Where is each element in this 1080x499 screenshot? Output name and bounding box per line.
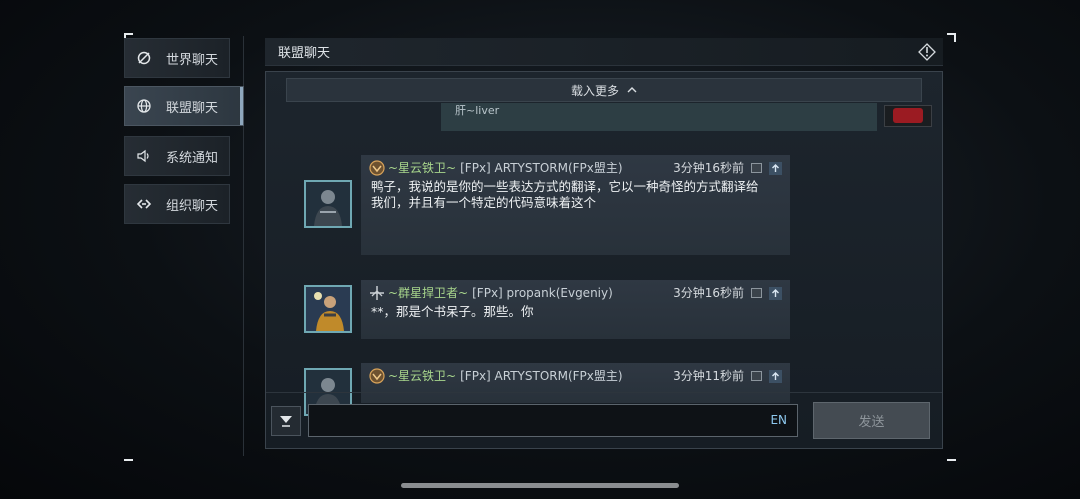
chat-input-row: EN 发送 xyxy=(265,394,943,449)
tab-system-notice[interactable]: 系统通知 xyxy=(124,136,230,176)
globe-icon xyxy=(136,98,152,114)
sender-group: ~星云铁卫~ xyxy=(388,369,457,383)
message-time: 3分钟11秒前 xyxy=(673,369,744,383)
load-more-label: 载入更多 xyxy=(570,83,619,98)
message-text: 鸭子，我说的是你的一些表达方式的翻译，它以一种奇怪的方式翻译给我们，并且有一个特… xyxy=(371,179,759,210)
upvote-icon[interactable] xyxy=(769,287,782,300)
avatar[interactable] xyxy=(304,285,352,333)
tab-label: 系统通知 xyxy=(166,150,219,166)
tab-world-chat[interactable]: 世界聊天 xyxy=(124,38,230,78)
sender-name[interactable]: [FPx] propank(Evgeniy) xyxy=(472,286,613,300)
rank-badge-icon xyxy=(369,367,385,384)
world-chat-icon xyxy=(136,50,152,66)
tab-label: 联盟聊天 xyxy=(166,100,219,116)
emoji-toggle-button[interactable] xyxy=(271,406,301,436)
corner-mark xyxy=(947,459,956,461)
upvote-icon[interactable] xyxy=(769,162,782,175)
tab-org-chat[interactable]: 组织聊天 xyxy=(124,184,230,224)
chat-input[interactable]: EN xyxy=(308,404,798,437)
link-icon xyxy=(136,196,152,212)
chat-message[interactable]: ~星云铁卫~ [FPx] ARTYSTORM(FPx盟主) 3分钟16秒前 鸭子… xyxy=(361,155,790,255)
rank-badge-icon xyxy=(370,285,384,300)
message-meta: ~星云铁卫~ [FPx] ARTYSTORM(FPx盟主) xyxy=(369,159,623,176)
tab-label: 组织聊天 xyxy=(166,198,219,214)
chat-message-partial: 肝~liver xyxy=(441,103,877,131)
sender-group: ~群星捍卫者~ xyxy=(388,286,469,300)
corner-mark xyxy=(124,459,133,461)
tab-label: 世界聊天 xyxy=(166,52,219,68)
language-toggle[interactable]: EN xyxy=(770,413,787,427)
sender-name[interactable]: [FPx] ARTYSTORM(FPx盟主) xyxy=(460,159,622,176)
rank-badge-icon xyxy=(369,159,385,176)
send-button[interactable]: 发送 xyxy=(813,402,930,439)
send-label: 发送 xyxy=(858,415,885,430)
sender-group: ~星云铁卫~ xyxy=(388,161,457,175)
home-indicator[interactable] xyxy=(401,483,679,488)
divider xyxy=(266,392,942,393)
sender-name[interactable]: [FPx] ARTYSTORM(FPx盟主) xyxy=(460,367,622,384)
chat-message-list[interactable]: 载入更多 肝~liver ~星云铁卫~ [FPx] ARTYSTORM(FPx盟… xyxy=(265,71,943,449)
copy-icon[interactable] xyxy=(751,288,762,298)
chat-message[interactable]: ~群星捍卫者~ [FPx] propank(Evgeniy) 3分钟16秒前 *… xyxy=(361,280,790,339)
message-meta: ~群星捍卫者~ [FPx] propank(Evgeniy) xyxy=(369,284,613,301)
corner-mark xyxy=(954,33,956,42)
chevron-down-icon xyxy=(280,416,292,427)
copy-icon[interactable] xyxy=(751,371,762,381)
image-attachment[interactable] xyxy=(884,105,932,127)
pin-icon[interactable] xyxy=(917,42,937,62)
load-more-button[interactable]: 载入更多 xyxy=(286,78,922,102)
upvote-icon[interactable] xyxy=(769,370,782,383)
message-time: 3分钟16秒前 xyxy=(673,286,744,300)
message-text: 肝~liver xyxy=(455,104,500,117)
chevron-up-icon xyxy=(627,87,637,93)
chat-header: 联盟聊天 xyxy=(265,38,943,66)
message-time: 3分钟16秒前 xyxy=(673,161,744,175)
speaker-icon xyxy=(136,148,152,164)
tab-alliance-chat[interactable]: 联盟聊天 xyxy=(124,86,244,126)
copy-icon[interactable] xyxy=(751,163,762,173)
avatar[interactable] xyxy=(304,180,352,228)
message-meta: ~星云铁卫~ [FPx] ARTYSTORM(FPx盟主) xyxy=(369,367,623,384)
chat-title: 联盟聊天 xyxy=(278,46,331,61)
message-text: **，那是个书呆子。那些。你 xyxy=(371,304,534,319)
